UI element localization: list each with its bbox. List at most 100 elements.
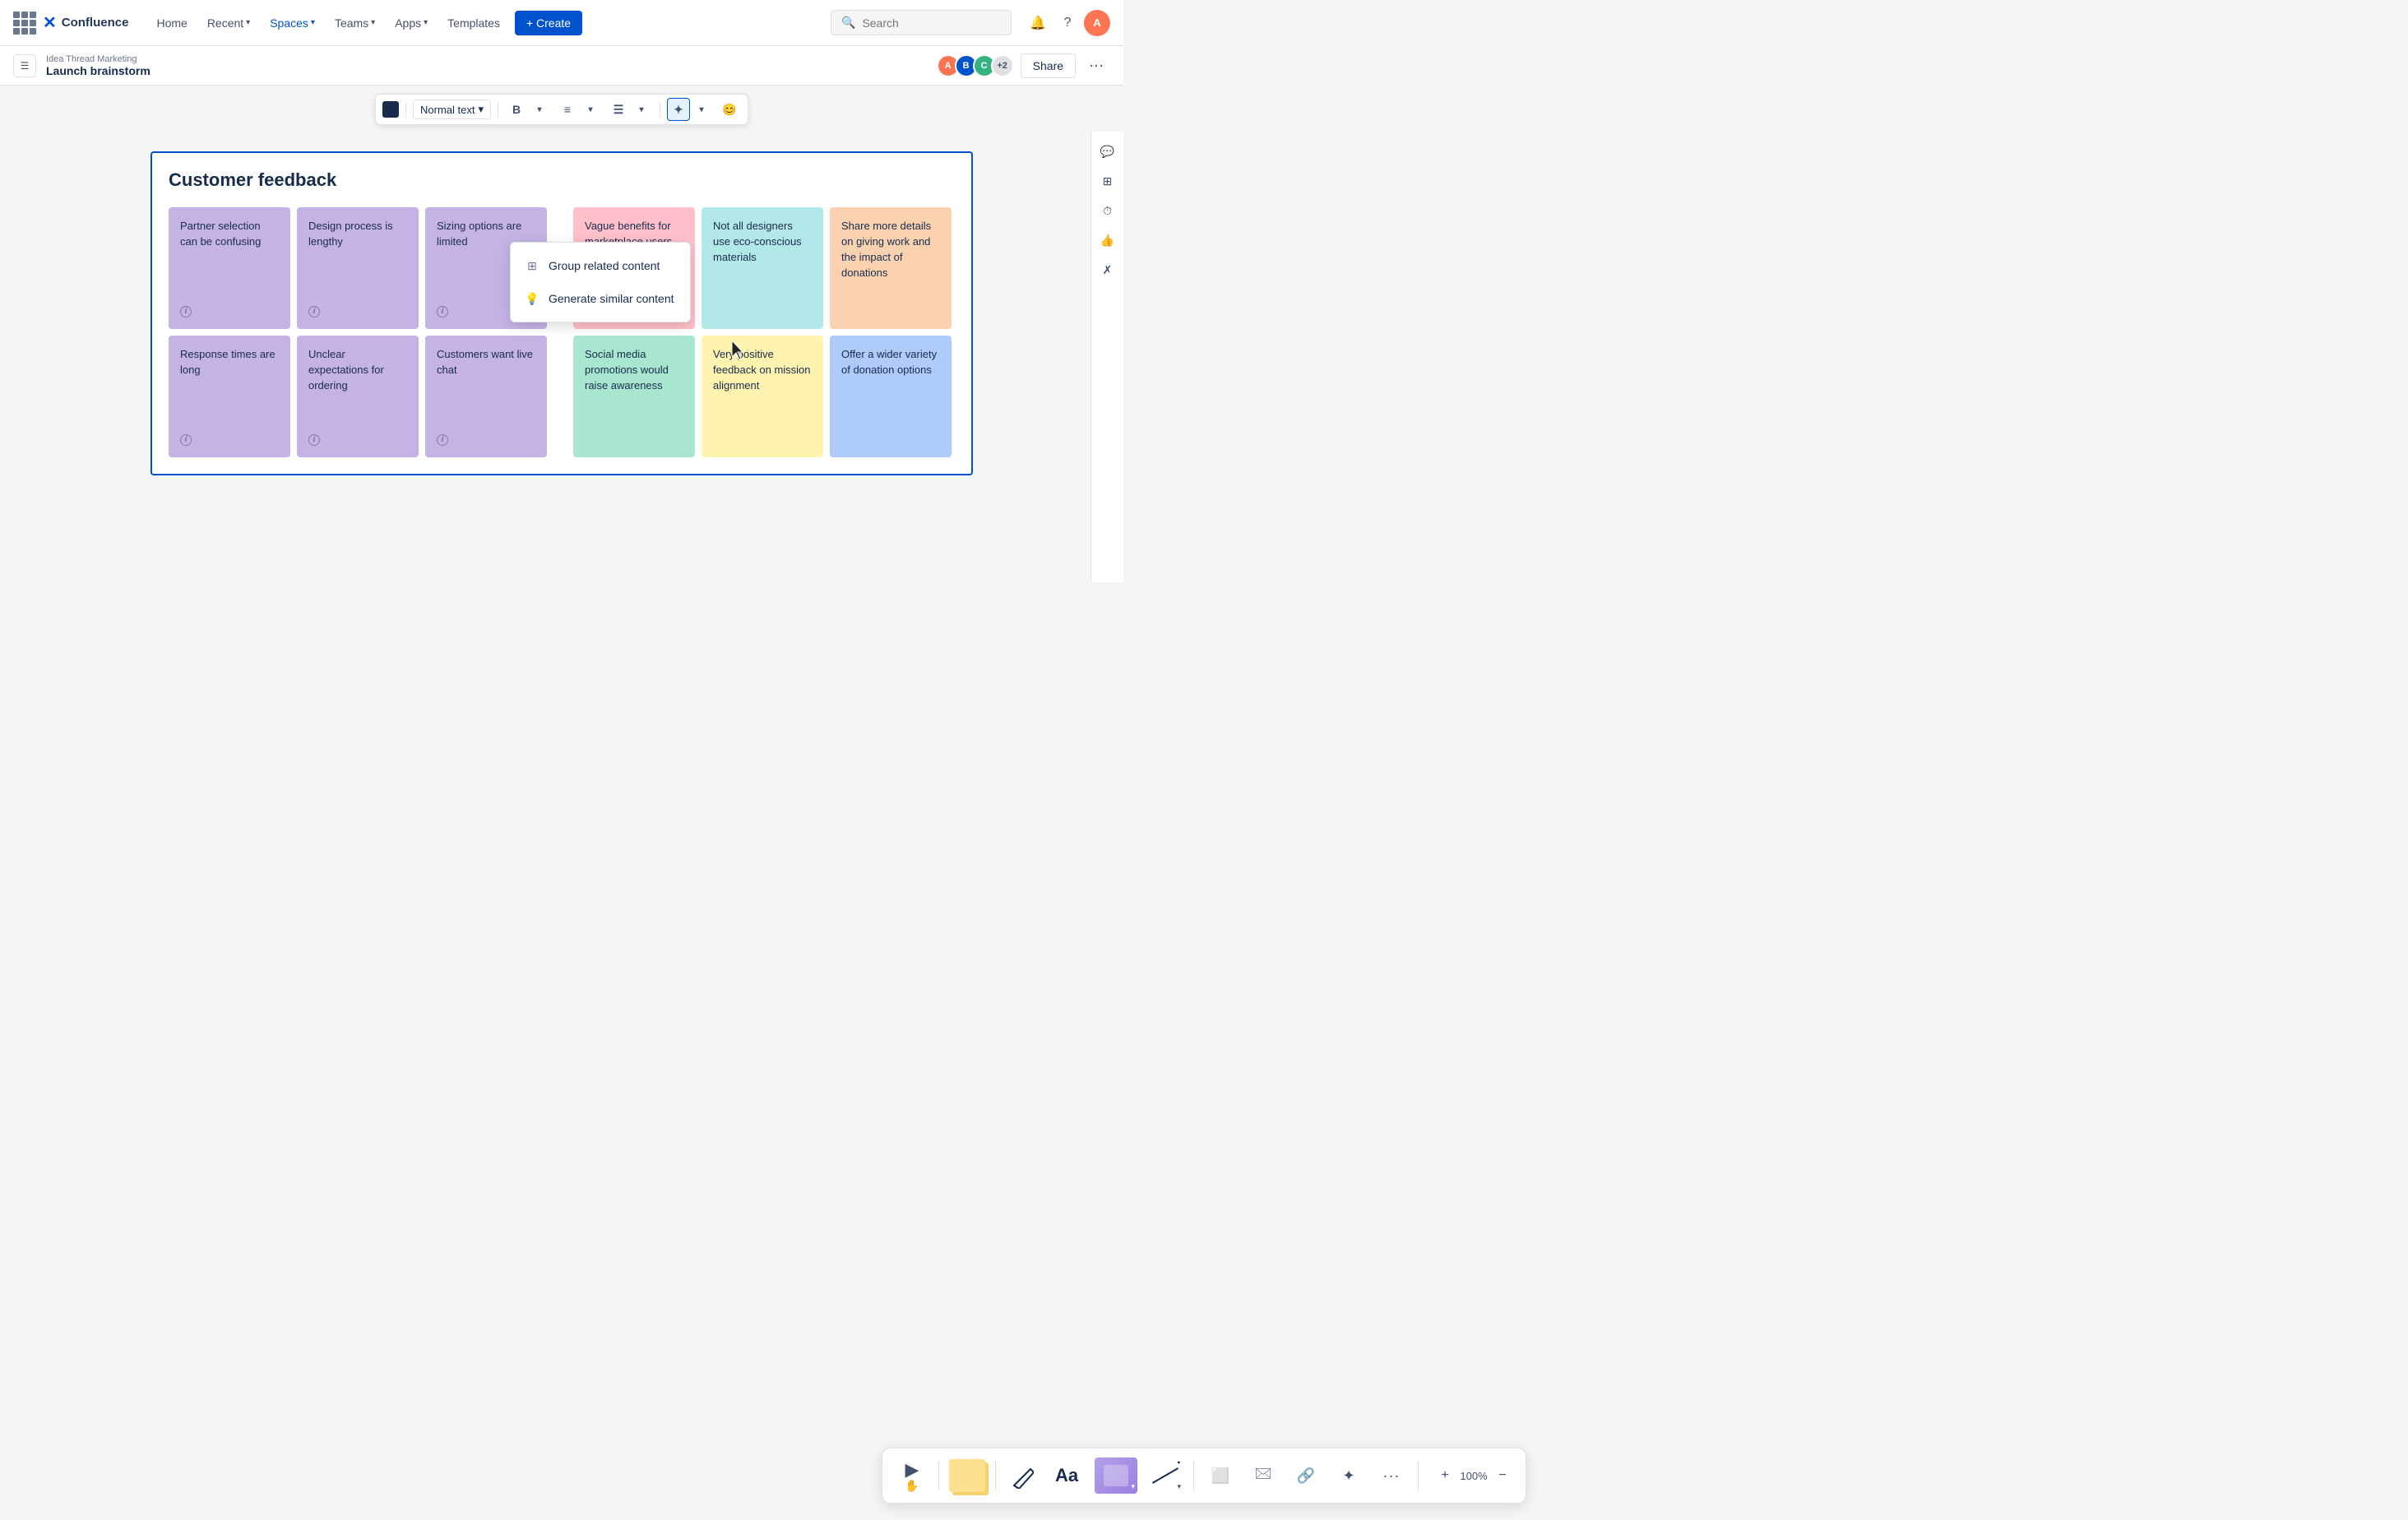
nav-home[interactable]: Home (148, 12, 195, 35)
text-btn[interactable]: Aa (1049, 1457, 1085, 1494)
apps-grid-icon[interactable] (13, 12, 36, 35)
play-pointer-btn[interactable]: ▶ ✋ (896, 1456, 928, 1495)
sticky-note-12[interactable]: Offer a wider variety of donation option… (830, 336, 952, 457)
strike-sidebar-btn[interactable]: ✗ (1095, 257, 1121, 283)
list-button[interactable]: ≡ (556, 98, 579, 121)
share-button[interactable]: Share (1021, 53, 1076, 78)
ai-button[interactable]: ✦ (667, 98, 690, 121)
note-info-icon-2: i (308, 306, 320, 317)
list-caret-button[interactable]: ▾ (579, 98, 602, 121)
note-text-2: Design process is lengthy (308, 219, 407, 306)
collaborator-avatars: A B C +2 (937, 54, 1014, 77)
dropdown-label-group: Group related content (549, 259, 660, 272)
ai-caret-button[interactable]: ▾ (690, 98, 713, 121)
bold-group: B ▾ (505, 98, 551, 121)
nav-recent[interactable]: Recent ▾ (199, 12, 258, 35)
bt-separator-1 (938, 1461, 939, 1490)
sticky-note-btn[interactable] (949, 1459, 985, 1492)
shape-caret-icon: ▾ (1131, 1482, 1135, 1491)
align-caret-button[interactable]: ▾ (630, 98, 653, 121)
confluence-brand-name: Confluence (62, 16, 129, 30)
bold-button[interactable]: B (505, 98, 528, 121)
thumbsup-sidebar-btn[interactable]: 👍 (1095, 227, 1121, 253)
top-navigation: ✕ Confluence Home Recent ▾ Spaces ▾ Team… (0, 0, 1123, 46)
sidebar-toggle[interactable]: ☰ (13, 54, 36, 77)
link-btn[interactable]: 🔗 (1290, 1456, 1322, 1495)
search-container[interactable]: 🔍 (831, 10, 1012, 35)
note-text-12: Offer a wider variety of donation option… (841, 347, 940, 446)
note-text-4: Response times are long (180, 347, 279, 434)
context-dropdown-menu: ⊞ Group related content 💡 Generate simil… (510, 242, 691, 322)
whiteboard-title: Customer feedback (169, 169, 955, 191)
nav-icon-buttons: 🔔 ? A (1025, 10, 1110, 36)
sticky-front (949, 1459, 985, 1492)
right-sidebar: 💬 ⊞ ⏱ 👍 ✗ (1091, 132, 1123, 582)
comment-sidebar-btn[interactable]: 💬 (1095, 138, 1121, 165)
canvas-area: Normal text ▾ B ▾ ≡ ▾ ☰ ▾ ✦ ▾ 😊 Customer… (0, 86, 1123, 648)
zoom-in-btn[interactable]: + (1435, 1466, 1455, 1485)
line-preview (1152, 1467, 1179, 1484)
spaces-caret-icon: ▾ (311, 18, 315, 27)
sticky-note-4[interactable]: Response times are long i (169, 336, 290, 457)
align-button[interactable]: ☰ (607, 98, 630, 121)
bt-separator-2 (995, 1461, 996, 1490)
more-options-button[interactable]: ··· (1082, 53, 1110, 77)
note-info-icon-4: i (180, 434, 192, 446)
sticky-note-11[interactable]: Very positive feedback on mission alignm… (702, 336, 823, 457)
zoom-out-btn[interactable]: − (1493, 1466, 1512, 1485)
recent-caret-icon: ▾ (246, 18, 250, 27)
logo-area: ✕ Confluence (13, 12, 128, 35)
nav-spaces[interactable]: Spaces ▾ (262, 12, 323, 35)
timer-sidebar-btn[interactable]: ⏱ (1095, 197, 1121, 224)
nav-teams[interactable]: Teams ▾ (326, 12, 383, 35)
generate-similar-icon: 💡 (524, 290, 540, 307)
eraser-btn[interactable] (1006, 1457, 1039, 1494)
table-sidebar-btn[interactable]: ⊞ (1095, 168, 1121, 194)
bold-caret-button[interactable]: ▾ (528, 98, 551, 121)
note-text-5: Unclear expectations for ordering (308, 347, 407, 434)
bottom-toolbar: ▶ ✋ Aa ▾ ▾ ⬜ 🖂 🔗 ✦ ··· + 100% − (882, 1448, 1526, 1504)
bt-separator-3 (1193, 1461, 1194, 1490)
sticky-note-5[interactable]: Unclear expectations for ordering i (297, 336, 419, 457)
stamp-btn[interactable]: 🖂 (1247, 1456, 1280, 1495)
sticky-note-9[interactable]: Share more details on giving work and th… (830, 207, 952, 329)
help-icon[interactable]: ? (1054, 10, 1081, 36)
sparkle-btn[interactable]: ✦ (1332, 1456, 1365, 1495)
more-tools-btn[interactable]: ··· (1375, 1456, 1408, 1495)
color-picker-btn[interactable] (382, 101, 399, 118)
text-style-select[interactable]: Normal text ▾ (413, 100, 491, 119)
sticky-note-1[interactable]: Partner selection can be confusing i (169, 207, 290, 329)
sticky-note-8[interactable]: Not all designers use eco-conscious mate… (702, 207, 823, 329)
note-text-10: Social media promotions would raise awar… (585, 347, 683, 446)
notifications-icon[interactable]: 🔔 (1025, 10, 1051, 36)
search-input[interactable] (862, 16, 1001, 30)
create-button[interactable]: + Create (515, 11, 582, 35)
dropdown-item-generate[interactable]: 💡 Generate similar content (511, 282, 690, 315)
sticky-note-2[interactable]: Design process is lengthy i (297, 207, 419, 329)
sticky-note-6[interactable]: Customers want live chat i (425, 336, 547, 457)
avatar-overflow-count: +2 (991, 54, 1014, 77)
line-btn[interactable]: ▾ (1147, 1457, 1183, 1494)
note-info-icon-5: i (308, 434, 320, 446)
dropdown-item-group[interactable]: ⊞ Group related content (511, 249, 690, 282)
note-info-icon-1: i (180, 306, 192, 317)
sticky-note-10[interactable]: Social media promotions would raise awar… (573, 336, 695, 457)
note-text-1: Partner selection can be confusing (180, 219, 279, 306)
emoji-button[interactable]: 😊 (718, 98, 741, 121)
note-text-11: Very positive feedback on mission alignm… (713, 347, 812, 446)
confluence-logo[interactable]: ✕ Confluence (43, 12, 128, 33)
nav-apps[interactable]: Apps ▾ (387, 12, 436, 35)
note-text-9: Share more details on giving work and th… (841, 219, 940, 317)
toolbar-separator-1 (405, 101, 406, 118)
note-info-icon-6: i (437, 434, 448, 446)
dropdown-label-generate: Generate similar content (549, 292, 674, 305)
breadcrumb: Idea Thread Marketing Launch brainstorm (46, 54, 150, 77)
shape-btn[interactable]: ▾ (1095, 1457, 1137, 1494)
nav-templates[interactable]: Templates (439, 12, 508, 35)
nav-links: Home Recent ▾ Spaces ▾ Teams ▾ Apps ▾ Te… (148, 12, 508, 35)
user-avatar[interactable]: A (1084, 10, 1110, 36)
hand-icon: ✋ (905, 1479, 919, 1493)
line-caret-icon: ▾ (1177, 1482, 1181, 1491)
breadcrumb-parent: Idea Thread Marketing (46, 54, 150, 64)
frame-btn[interactable]: ⬜ (1204, 1456, 1237, 1495)
